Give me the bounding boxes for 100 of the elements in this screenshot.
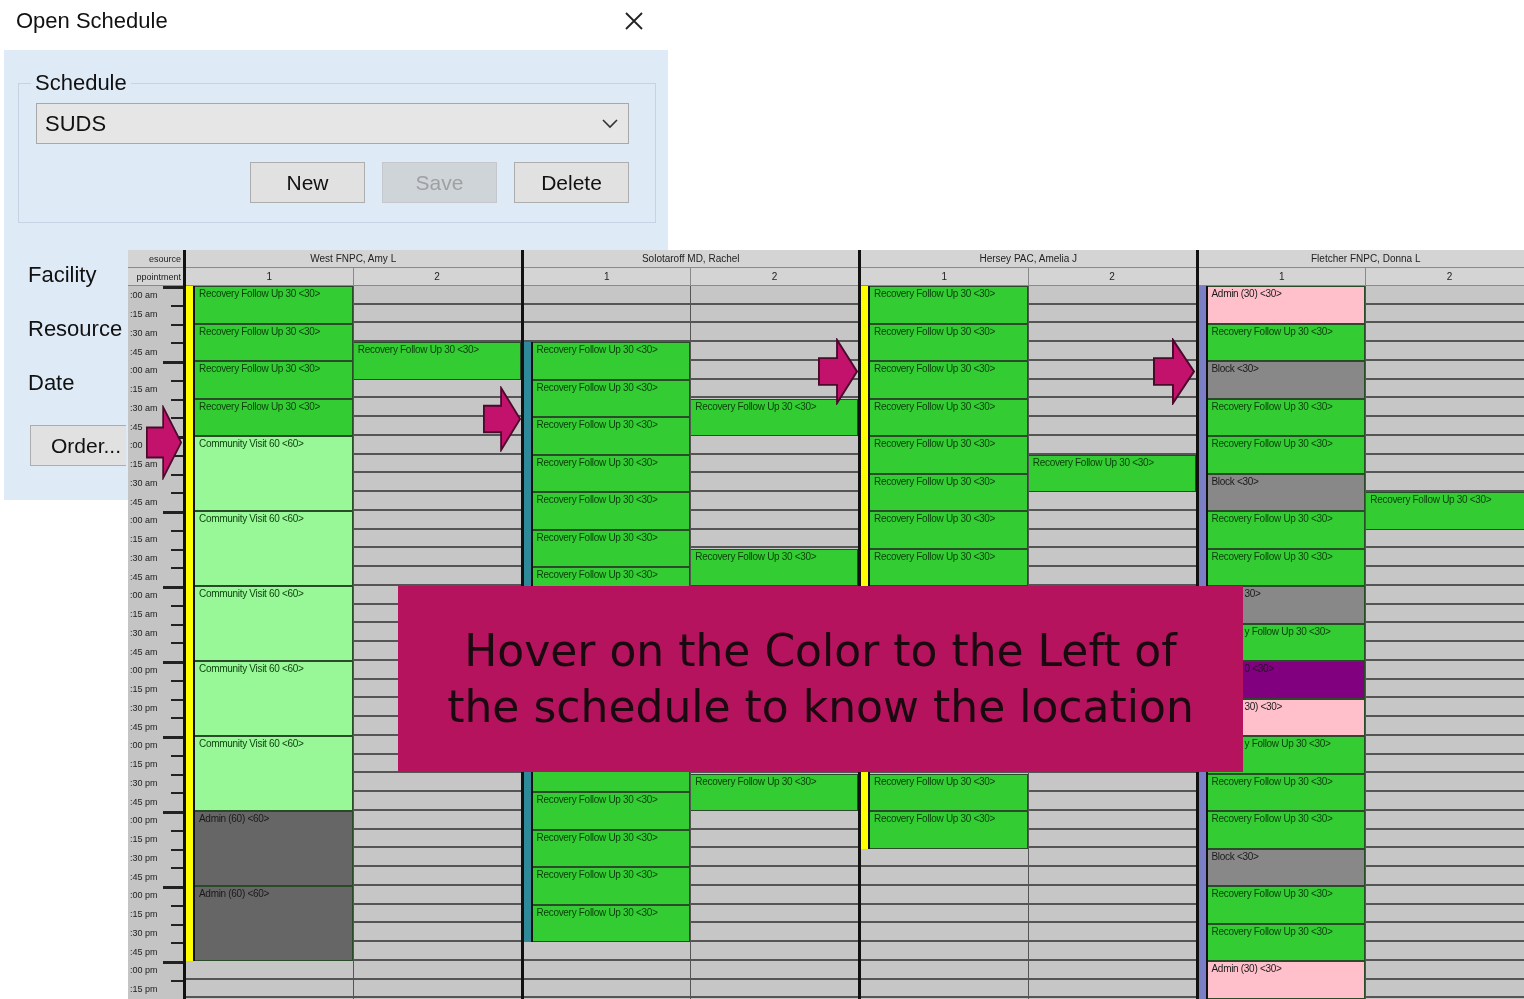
appointment-block[interactable]: Recovery Follow Up 30 <30>: [195, 323, 353, 361]
appointment-block[interactable]: Recovery Follow Up 30 <30>: [1207, 923, 1366, 961]
appointment-block[interactable]: Recovery Follow Up 30 <30>: [532, 829, 691, 868]
appointment-block[interactable]: Recovery Follow Up 30 <30>: [532, 529, 691, 568]
time-label: :45: [130, 421, 143, 432]
column-header: 2: [352, 268, 521, 286]
appointment-block[interactable]: Recovery Follow Up 30 <30>: [195, 361, 353, 399]
appointment-block[interactable]: Recovery Follow Up 30 <30>: [870, 773, 1028, 811]
appointment-block[interactable]: Recovery Follow Up 30 <30>: [532, 792, 691, 830]
field-label: Resource: [28, 315, 123, 343]
schedule-dropdown[interactable]: SUDS: [36, 103, 629, 144]
dialog-button[interactable]: New: [250, 162, 365, 203]
column-header: 2: [1365, 268, 1524, 286]
appointment-block[interactable]: Admin (30) <30>: [1207, 286, 1366, 324]
appointment-block[interactable]: Recovery Follow Up 30 <30>: [870, 398, 1028, 436]
appointment-block[interactable]: Recovery Follow Up 30 <30>: [195, 398, 353, 436]
time-label: :15 am: [130, 309, 158, 320]
appointment-block[interactable]: Block <30>: [1207, 473, 1366, 511]
appointment-block[interactable]: Recovery Follow Up 30 <30>: [1207, 323, 1366, 361]
appointment-block[interactable]: Recovery Follow Up 30 <30>: [1028, 454, 1196, 493]
column-header: 1: [1198, 268, 1366, 286]
appointment-block[interactable]: Recovery Follow Up 30 <30>: [1207, 811, 1366, 849]
time-label: :00 pm: [130, 890, 158, 901]
time-label: :00: [130, 440, 143, 451]
appointment-block[interactable]: Recovery Follow Up 30 <30>: [532, 867, 691, 905]
time-label: :30 pm: [130, 852, 158, 863]
time-label: :30 pm: [130, 927, 158, 938]
appointment-block[interactable]: Recovery Follow Up 30 <30>: [1366, 492, 1524, 530]
appointment-block[interactable]: Admin (30) <30>: [1207, 961, 1366, 999]
appointment-block[interactable]: Recovery Follow Up 30 <30>: [870, 511, 1028, 549]
appointment-block[interactable]: Community Visit 60 <60>: [195, 511, 353, 586]
appointment-block[interactable]: Block <30>: [1207, 848, 1366, 886]
time-label: :15 am: [130, 609, 158, 620]
column-header: 2: [690, 268, 858, 286]
appointment-block[interactable]: Recovery Follow Up 30 <30>: [532, 379, 691, 418]
column-header: 1: [523, 268, 691, 286]
time-label: :15 pm: [130, 984, 158, 995]
appointment-block[interactable]: Block <30>: [1207, 361, 1366, 399]
field-label: Date: [28, 369, 75, 397]
resource-header: West FNPC, Amy L: [186, 250, 521, 268]
resource-header: Hersey PAC, Amelia J: [861, 250, 1196, 268]
time-label: :00 pm: [130, 665, 158, 676]
time-label: :15 am: [130, 459, 158, 470]
appointment-block[interactable]: Recovery Follow Up 30 <30>: [532, 417, 691, 455]
time-label: :00 am: [130, 590, 158, 601]
appointment-block[interactable]: Admin (60) <60>: [195, 886, 353, 961]
time-label: :00 pm: [130, 815, 158, 826]
appointment-block[interactable]: Recovery Follow Up 30 <30>: [1207, 436, 1366, 474]
appointment-block[interactable]: Recovery Follow Up 30 <30>: [532, 342, 691, 380]
resource-header: Fletcher FNPC, Donna L: [1198, 250, 1524, 268]
appointment-block[interactable]: Recovery Follow Up 30 <30>: [691, 548, 858, 586]
pointer-arrow: [818, 338, 858, 405]
appointment-block[interactable]: Recovery Follow Up 30 <30>: [532, 454, 691, 493]
time-label: :45 pm: [130, 946, 158, 957]
appointment-block[interactable]: Recovery Follow Up 30 <30>: [353, 342, 521, 380]
field-label: Facility: [28, 261, 97, 289]
close-icon[interactable]: [624, 11, 644, 31]
time-label: :00 am: [130, 515, 158, 526]
time-label: :30 pm: [130, 702, 158, 713]
time-label: :30 am: [130, 402, 158, 413]
time-label: :45 pm: [130, 721, 158, 732]
appointment-block[interactable]: Community Visit 60 <60>: [195, 436, 353, 511]
appointment-block[interactable]: Recovery Follow Up 30 <30>: [691, 773, 858, 811]
appointment-block[interactable]: Recovery Follow Up 30 <30>: [870, 323, 1028, 361]
appointment-block[interactable]: Community Visit 60 <60>: [195, 586, 353, 661]
resource-header: Solotaroff MD, Rachel: [523, 250, 858, 268]
time-label: :15 pm: [130, 759, 158, 770]
appointment-block[interactable]: Recovery Follow Up 30 <30>: [870, 548, 1028, 586]
column-header: 1: [186, 268, 353, 286]
appointment-block[interactable]: Community Visit 60 <60>: [195, 736, 353, 811]
dialog-button[interactable]: Delete: [514, 162, 629, 203]
time-label: :45 am: [130, 346, 158, 357]
location-color-bar[interactable]: [186, 286, 195, 961]
appointment-block[interactable]: Recovery Follow Up 30 <30>: [1207, 511, 1366, 549]
appointment-block[interactable]: Recovery Follow Up 30 <30>: [1207, 886, 1366, 924]
time-label: :00 am: [130, 290, 158, 301]
appointment-block[interactable]: Recovery Follow Up 30 <30>: [691, 398, 858, 436]
appointment-block[interactable]: Recovery Follow Up 30 <30>: [870, 361, 1028, 399]
order-button[interactable]: Order...: [30, 425, 126, 466]
appointment-block[interactable]: Recovery Follow Up 30 <30>: [870, 286, 1028, 324]
time-label: :30 am: [130, 552, 158, 563]
time-label: :45 pm: [130, 871, 158, 882]
appointment-block[interactable]: Recovery Follow Up 30 <30>: [1207, 548, 1366, 586]
appointment-block[interactable]: Recovery Follow Up 30 <30>: [195, 286, 353, 324]
appointment-block[interactable]: Recovery Follow Up 30 <30>: [1207, 398, 1366, 436]
time-label: :45 pm: [130, 796, 158, 807]
appointment-block[interactable]: Recovery Follow Up 30 <30>: [870, 473, 1028, 511]
time-label: :45 am: [130, 496, 158, 507]
appointment-block[interactable]: Recovery Follow Up 30 <30>: [532, 904, 691, 943]
appointment-block[interactable]: Recovery Follow Up 30 <30>: [1207, 773, 1366, 811]
appointment-block[interactable]: Admin (60) <60>: [195, 811, 353, 886]
time-label: :45 am: [130, 646, 158, 657]
appointment-block[interactable]: Recovery Follow Up 30 <30>: [870, 436, 1028, 474]
appointment-block[interactable]: Recovery Follow Up 30 <30>: [532, 492, 691, 530]
pointer-arrow: [1153, 338, 1195, 405]
time-label: :00 pm: [130, 740, 158, 751]
chevron-down-icon: [602, 118, 618, 129]
appointment-block[interactable]: Community Visit 60 <60>: [195, 661, 353, 736]
appointment-block[interactable]: Recovery Follow Up 30 <30>: [870, 811, 1028, 849]
time-label: :15 pm: [130, 684, 158, 695]
